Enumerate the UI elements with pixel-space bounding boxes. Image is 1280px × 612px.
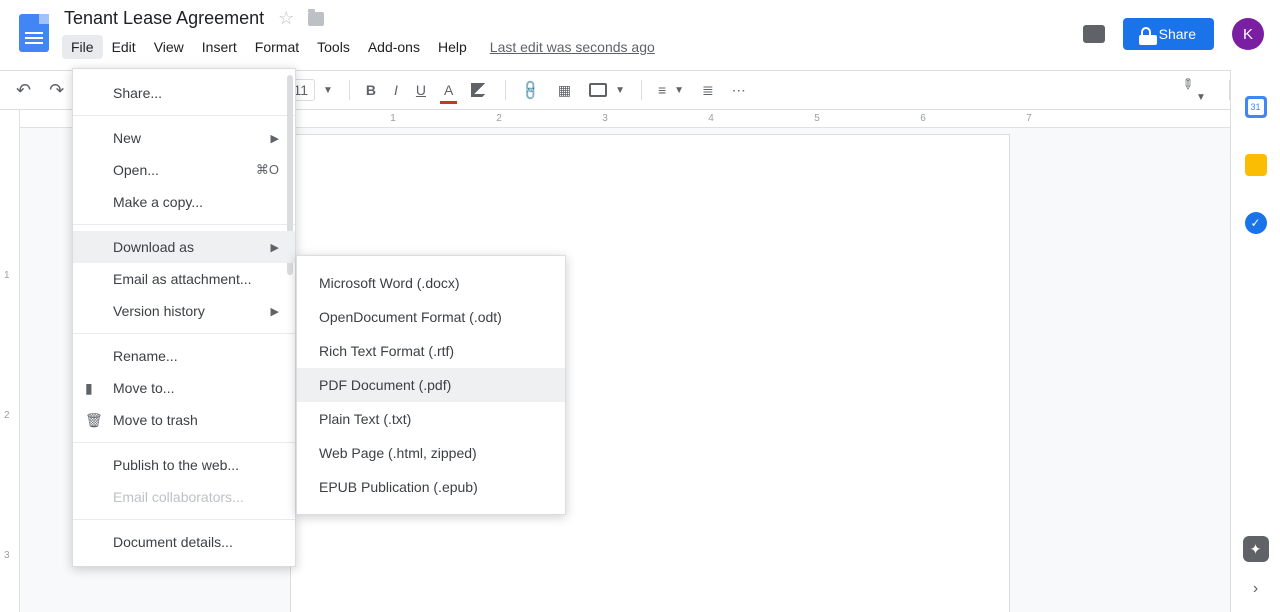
submenu-item-txt[interactable]: Plain Text (.txt): [297, 402, 565, 436]
submenu-item-epub[interactable]: EPUB Publication (.epub): [297, 470, 565, 504]
ruler-number: 6: [870, 113, 976, 124]
submenu-item-docx[interactable]: Microsoft Word (.docx): [297, 266, 565, 300]
italic-button[interactable]: I: [388, 78, 404, 102]
chevron-down-icon: ▼: [615, 85, 625, 96]
line-spacing-button[interactable]: ≣: [696, 78, 720, 103]
menu-item-document-details[interactable]: Document details...: [73, 526, 295, 558]
keep-icon[interactable]: [1245, 154, 1267, 176]
share-label: Share: [1159, 26, 1196, 42]
highlight-button[interactable]: [465, 79, 495, 101]
ruler-number: 2: [446, 113, 552, 124]
download-as-submenu: Microsoft Word (.docx) OpenDocument Form…: [296, 255, 566, 515]
separator: [349, 80, 350, 100]
app-logo-wrap: [12, 8, 56, 52]
menu-separator: [73, 519, 295, 520]
redo-button[interactable]: ↷: [43, 76, 70, 105]
menu-item-download-as[interactable]: Download as▶: [73, 231, 295, 263]
menu-item-version-history[interactable]: Version history▶: [73, 295, 295, 327]
file-menu-dropdown: Share... New▶ Open...⌘O Make a copy... D…: [72, 68, 296, 567]
menu-bar: File Edit View Insert Format Tools Add-o…: [56, 29, 1083, 67]
underline-button[interactable]: U: [410, 78, 432, 102]
align-button[interactable]: ≡▼: [652, 78, 690, 102]
calendar-icon[interactable]: [1245, 96, 1267, 118]
ruler-tick: 2: [4, 410, 10, 421]
chevron-down-icon: ▼: [323, 85, 333, 96]
explore-button[interactable]: ✦: [1243, 536, 1269, 562]
separator: [505, 80, 506, 100]
submenu-item-odt[interactable]: OpenDocument Format (.odt): [297, 300, 565, 334]
insert-image-button[interactable]: ▼: [583, 79, 631, 101]
folder-icon[interactable]: [308, 12, 324, 26]
menu-tools[interactable]: Tools: [308, 35, 359, 59]
more-toolbar-button[interactable]: ⋯: [726, 78, 754, 103]
ruler-number: 1: [340, 113, 446, 124]
ruler-tick: 3: [4, 550, 10, 561]
text-color-button[interactable]: A: [438, 78, 459, 102]
header: Tenant Lease Agreement ☆ File Edit View …: [0, 0, 1280, 70]
title-area: Tenant Lease Agreement ☆ File Edit View …: [56, 8, 1083, 67]
lock-icon: [1141, 27, 1151, 37]
menu-separator: [73, 442, 295, 443]
bold-button[interactable]: B: [360, 78, 382, 102]
side-panel-rail: ✦ ›: [1230, 70, 1280, 612]
header-right: Share K: [1083, 8, 1268, 50]
ruler-number: 7: [976, 113, 1082, 124]
vertical-ruler: 1 2 3: [0, 110, 20, 612]
share-button[interactable]: Share: [1123, 18, 1214, 50]
menu-addons[interactable]: Add-ons: [359, 35, 429, 59]
menu-item-publish[interactable]: Publish to the web...: [73, 449, 295, 481]
menu-view[interactable]: View: [145, 35, 193, 59]
trash-icon: 🗑: [85, 412, 103, 429]
submenu-item-rtf[interactable]: Rich Text Format (.rtf): [297, 334, 565, 368]
comments-icon[interactable]: [1083, 25, 1105, 43]
last-edit-link[interactable]: Last edit was seconds ago: [490, 39, 655, 55]
menu-file[interactable]: File: [62, 35, 103, 59]
menu-item-move-to[interactable]: ▮Move to...: [73, 372, 295, 404]
menu-item-move-to-trash[interactable]: 🗑Move to trash: [73, 404, 295, 436]
docs-logo-icon[interactable]: [19, 14, 49, 52]
image-icon: [589, 83, 607, 97]
separator: [641, 80, 642, 100]
menu-item-share[interactable]: Share...: [73, 77, 295, 109]
account-avatar[interactable]: K: [1232, 18, 1264, 50]
ruler-number: 4: [658, 113, 764, 124]
menu-item-make-copy[interactable]: Make a copy...: [73, 186, 295, 218]
submenu-item-pdf[interactable]: PDF Document (.pdf): [297, 368, 565, 402]
ruler-tick: 1: [4, 270, 10, 281]
ruler-number: 3: [552, 113, 658, 124]
submenu-arrow-icon: ▶: [271, 241, 279, 254]
insert-comment-button[interactable]: ▦: [552, 78, 577, 103]
rail-bottom: ✦ ›: [1243, 536, 1269, 598]
folder-icon: ▮: [85, 380, 93, 397]
menu-item-email-attachment[interactable]: Email as attachment...: [73, 263, 295, 295]
menu-separator: [73, 333, 295, 334]
submenu-item-html[interactable]: Web Page (.html, zipped): [297, 436, 565, 470]
ruler-number: 5: [764, 113, 870, 124]
menu-item-new[interactable]: New▶: [73, 122, 295, 154]
menu-item-open[interactable]: Open...⌘O: [73, 154, 295, 186]
editing-mode-button[interactable]: ✎▼: [1171, 66, 1218, 113]
menu-insert[interactable]: Insert: [193, 35, 246, 59]
menu-edit[interactable]: Edit: [103, 35, 145, 59]
menu-format[interactable]: Format: [246, 35, 308, 59]
tasks-icon[interactable]: [1245, 212, 1267, 234]
chevron-down-icon: ▼: [674, 85, 684, 96]
menu-separator: [73, 224, 295, 225]
insert-link-button[interactable]: 🔗: [512, 71, 550, 109]
submenu-arrow-icon: ▶: [271, 305, 279, 318]
keyboard-shortcut: ⌘O: [256, 162, 279, 178]
highlight-icon: [471, 83, 489, 97]
undo-button[interactable]: ↶: [10, 76, 37, 105]
menu-help[interactable]: Help: [429, 35, 476, 59]
document-title[interactable]: Tenant Lease Agreement: [64, 8, 264, 29]
menu-item-rename[interactable]: Rename...: [73, 340, 295, 372]
menu-separator: [73, 115, 295, 116]
title-row: Tenant Lease Agreement ☆: [56, 8, 1083, 29]
menu-item-email-collaborators: Email collaborators...: [73, 481, 295, 513]
star-icon[interactable]: ☆: [278, 8, 294, 29]
submenu-arrow-icon: ▶: [271, 132, 279, 145]
hide-side-panel-button[interactable]: ›: [1253, 580, 1258, 598]
chevron-down-icon: ▼: [1196, 91, 1206, 102]
